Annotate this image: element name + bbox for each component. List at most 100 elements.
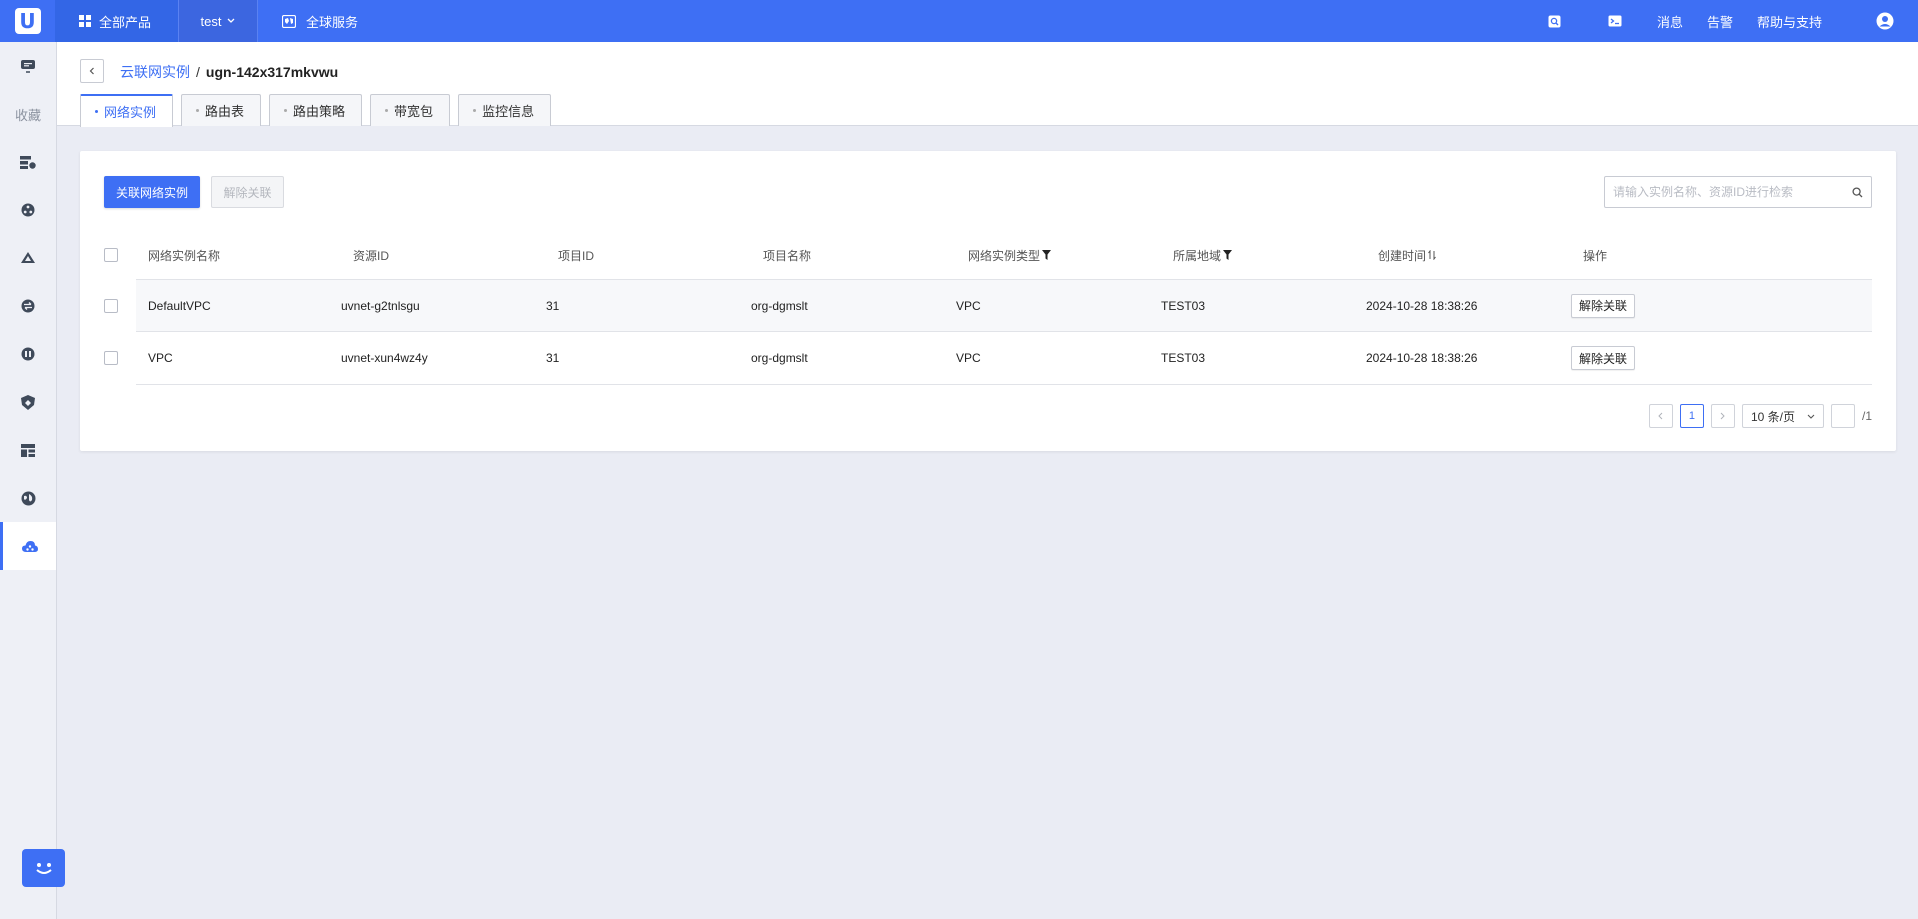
filter-icon[interactable] [1223,250,1233,260]
instances-panel: 关联网络实例 解除关联 网络实例名称 资源ID 项目ID 项目名称 网络实例类型… [80,151,1896,451]
monitor-icon [21,59,35,73]
alerts-link[interactable]: 告警 [1695,12,1745,31]
chevron-down-icon [228,18,235,23]
tab-route-policy[interactable]: 路由策略 [269,94,363,126]
tab-dot [95,110,98,113]
tab-dot [385,109,389,112]
page-size-label: 10 条/页 [1750,409,1796,424]
sidebar-item-compute[interactable] [0,138,56,186]
pagination: 1 10 条/页 /1 [1648,404,1872,428]
cell-region: TEST03 [1161,351,1206,365]
shield-icon [21,394,35,410]
all-products-button[interactable]: 全部产品 [55,0,178,42]
breadcrumb-parent-link[interactable]: 云联网实例 [120,62,190,82]
search-input[interactable] [1613,185,1852,199]
chevron-down-icon [1807,414,1815,419]
sidebar-item-transfer[interactable] [0,282,56,330]
chevron-right-icon [1721,412,1726,420]
grid-icon [79,15,91,27]
disassociate-button: 解除关联 [211,176,284,208]
tab-dot [473,109,477,112]
col-region: 所属地域 [1173,248,1222,263]
messages-link[interactable]: 消息 [1645,12,1695,31]
sidebar-item-security[interactable] [0,378,56,426]
col-instance-name: 网络实例名称 [148,248,221,263]
next-page-button[interactable] [1710,404,1735,428]
sort-icon[interactable] [1428,250,1436,260]
page-number-button[interactable]: 1 [1679,404,1704,428]
page-size-select[interactable]: 10 条/页 [1741,404,1824,428]
sidebar: 收藏 [0,42,65,919]
top-navbar: U 全部产品 test 全球服务 消息 告警 帮助与支持 [0,0,1918,42]
cell-instance-type: VPC [956,351,981,365]
filter-icon[interactable] [1042,250,1052,260]
chevron-left-icon [1658,412,1663,420]
breadcrumb: 云联网实例 / ugn-142x317mkvwu [120,62,338,82]
row-checkbox[interactable] [104,351,118,365]
cell-project-id: 31 [546,298,560,313]
row-select-cell [104,298,148,313]
col-project-name: 项目名称 [763,248,812,263]
help-link[interactable]: 帮助与支持 [1745,12,1852,31]
sidebar-item-console[interactable] [0,42,56,90]
row-select-cell [104,351,148,365]
sidebar-item-database[interactable] [0,330,56,378]
col-actions: 操作 [1583,248,1608,263]
project-label: test [200,13,222,29]
back-button[interactable] [80,59,104,83]
select-all-checkbox[interactable] [104,248,118,262]
cell-region: TEST03 [1161,298,1206,313]
tab-label: 路由策略 [293,104,346,119]
logo[interactable]: U [0,0,55,42]
terminal-icon [1608,15,1622,27]
row-disassociate-button[interactable]: 解除关联 [1571,346,1636,370]
global-service-button[interactable]: 全球服务 [258,12,358,31]
all-products-label: 全部产品 [99,14,152,30]
terminal-button[interactable] [1585,0,1645,42]
tab-monitoring[interactable]: 监控信息 [458,94,552,126]
sidebar-item-cloud-network[interactable] [0,522,56,570]
cell-actions: 解除关联 [1571,293,1776,318]
tab-bandwidth-package[interactable]: 带宽包 [370,94,451,126]
row-disassociate-button[interactable]: 解除关联 [1571,293,1636,318]
sidebar-item-storage[interactable] [0,234,56,282]
tab-bar: 网络实例 路由表 路由策略 带宽包 监控信息 [80,94,552,127]
drive-icon [21,251,35,263]
tab-label: 路由表 [205,104,245,119]
table-row: DefaultVPC uvnet-g2tnlsgu 31 org-dgmslt … [104,279,1872,332]
search-icon[interactable] [1852,186,1863,198]
chat-smile-icon [35,863,52,874]
user-avatar[interactable] [1852,0,1918,42]
prev-page-button[interactable] [1648,404,1673,428]
global-service-label: 全球服务 [306,14,359,30]
chat-assistant-button[interactable] [22,849,65,887]
sidebar-item-dashboard[interactable] [0,426,56,474]
tab-dot [284,109,288,112]
tab-label: 监控信息 [482,104,535,119]
globe-icon [21,491,35,505]
col-instance-type-cell: 网络实例类型 [968,247,1173,264]
page-jump-input[interactable] [1830,404,1855,428]
row-checkbox[interactable] [104,298,118,313]
table-row: VPC uvnet-xun4wz4y 31 org-dgmslt VPC TES… [104,332,1872,385]
select-all-cell [104,248,148,262]
cell-created: 2024-10-28 18:38:26 [1366,351,1478,365]
associate-instance-button[interactable]: 关联网络实例 [104,176,200,208]
tab-network-instances[interactable]: 网络实例 [80,94,174,127]
chevron-left-icon [89,67,94,75]
logo-mark: U [14,8,41,34]
cell-actions: 解除关联 [1571,346,1776,370]
project-selector[interactable]: test [178,0,258,42]
globe-map-icon [282,14,296,28]
cell-project-name: org-dgmslt [751,351,808,365]
col-region-cell: 所属地域 [1173,247,1378,264]
sidebar-item-network[interactable] [0,186,56,234]
page-header: 云联网实例 / ugn-142x317mkvwu 网络实例 路由表 路由策略 带… [57,42,1918,127]
search-button[interactable] [1525,0,1585,42]
cell-resource-id: uvnet-g2tnlsgu [341,298,420,313]
instances-table: 网络实例名称 资源ID 项目ID 项目名称 网络实例类型 所属地域 创建时间 操… [104,231,1872,385]
tab-route-table[interactable]: 路由表 [181,94,262,126]
cell-created: 2024-10-28 18:38:26 [1366,298,1478,313]
sidebar-favorites[interactable]: 收藏 [0,90,56,138]
sidebar-item-global[interactable] [0,474,56,522]
